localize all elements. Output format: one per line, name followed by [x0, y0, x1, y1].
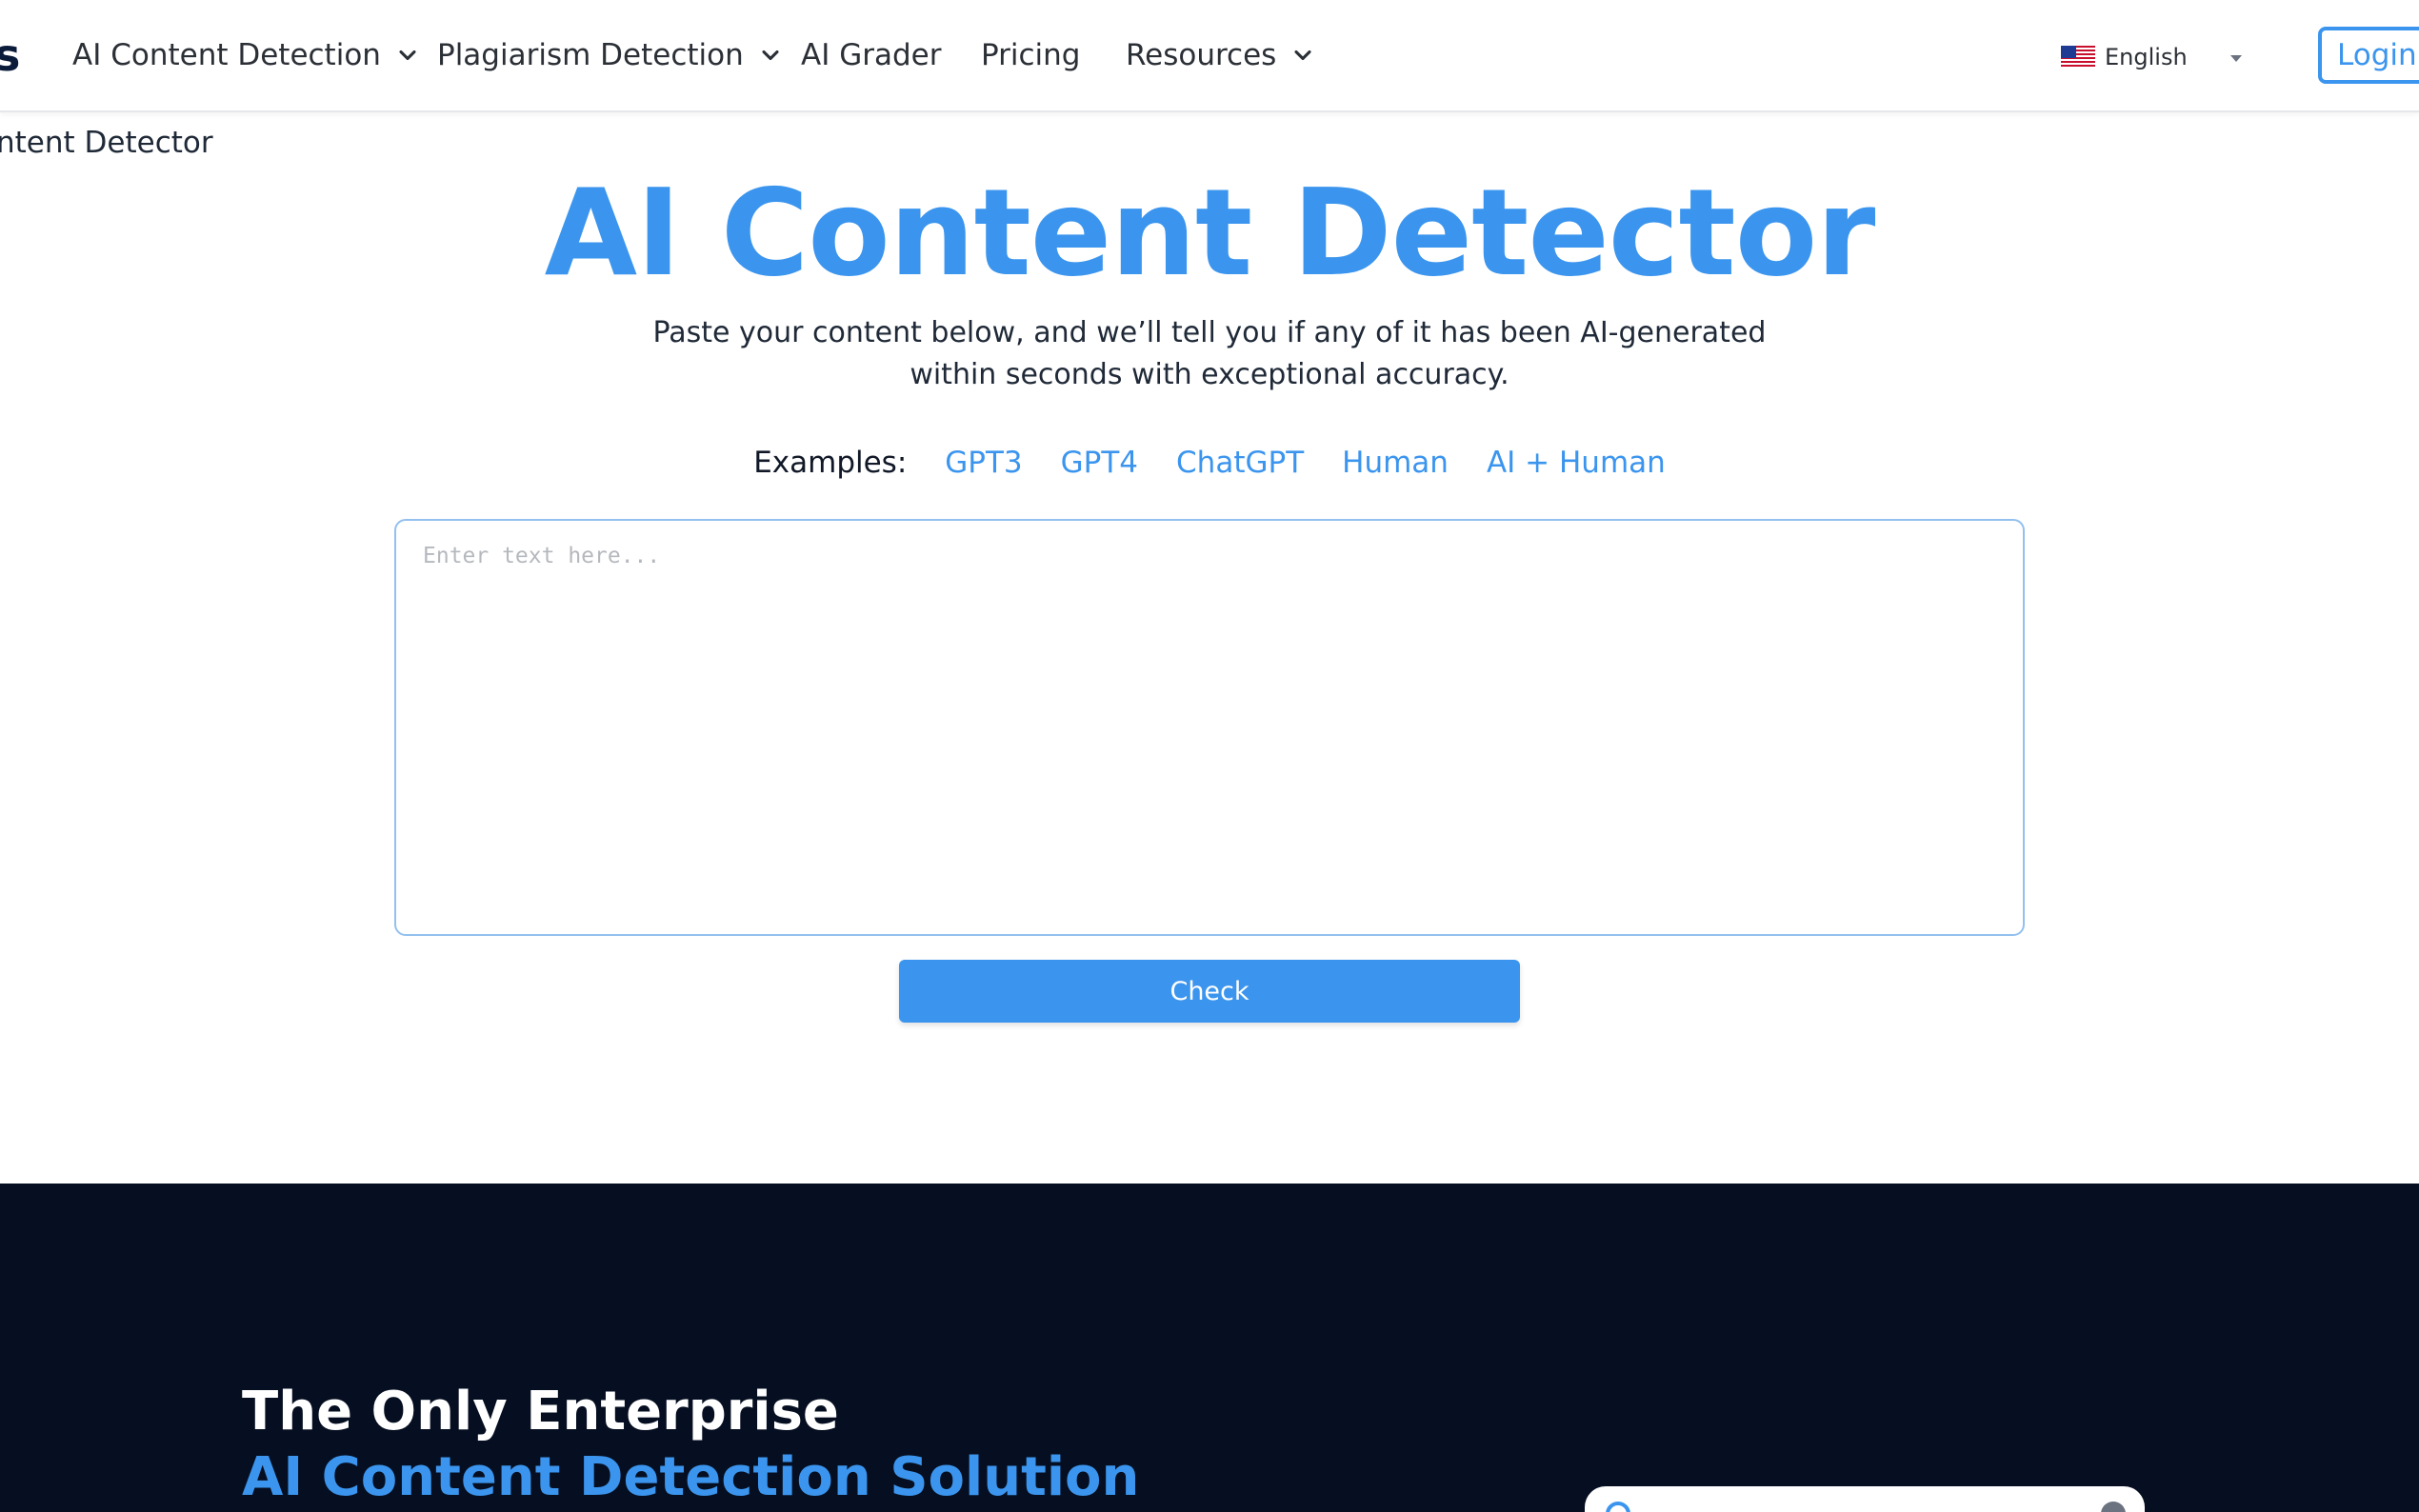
hero-subtitle: Paste your content below, and we’ll tell…: [571, 312, 1848, 396]
nav-label: AI Grader: [801, 38, 942, 72]
example-human-link[interactable]: Human: [1342, 446, 1449, 480]
logo[interactable]: s: [0, 27, 20, 84]
nav-pricing[interactable]: Pricing: [981, 32, 1081, 78]
subtitle-line: within seconds with exceptional accuracy…: [910, 358, 1509, 391]
example-gpt3-link[interactable]: GPT3: [945, 446, 1022, 480]
nav-plagiarism-detection[interactable]: Plagiarism Detection: [437, 32, 784, 78]
nav-resources[interactable]: Resources: [1126, 32, 1316, 78]
breadcrumb-current: ntent Detector: [0, 126, 213, 160]
language-label: English: [2105, 44, 2188, 70]
nav-ai-content-detection[interactable]: AI Content Detection: [72, 32, 421, 78]
content-input[interactable]: [394, 519, 2025, 936]
page: s AI Content Detection Plagiarism Detect…: [0, 0, 2419, 1512]
login-button[interactable]: Login: [2318, 27, 2419, 84]
nav-label: Plagiarism Detection: [437, 38, 744, 72]
nav-label: Pricing: [981, 38, 1081, 72]
examples-row: Examples: GPT3 GPT4 ChatGPT Human AI + H…: [0, 446, 2419, 480]
enterprise-section: The Only Enterprise AI Content Detection…: [0, 1184, 2419, 1512]
nav-label: AI Content Detection: [72, 38, 381, 72]
enterprise-heading: The Only Enterprise: [242, 1381, 839, 1442]
top-navigation: s AI Content Detection Plagiarism Detect…: [0, 0, 2419, 112]
us-flag-icon: [2061, 46, 2095, 69]
nav-ai-grader[interactable]: AI Grader: [801, 32, 941, 78]
page-title: AI Content Detector: [544, 163, 1876, 303]
example-gpt4-link[interactable]: GPT4: [1061, 446, 1138, 480]
chevron-down-icon: [762, 50, 779, 61]
caret-down-icon[interactable]: [2227, 51, 2246, 65]
chevron-down-icon: [1294, 50, 1311, 61]
example-chatgpt-link[interactable]: ChatGPT: [1176, 446, 1304, 480]
example-ai-human-link[interactable]: AI + Human: [1487, 446, 1666, 480]
language-selector[interactable]: English: [2061, 38, 2251, 76]
chevron-down-icon: [399, 50, 416, 61]
nav-label: Resources: [1126, 38, 1277, 72]
circle-icon: [1606, 1502, 1630, 1512]
check-button[interactable]: Check: [899, 960, 1520, 1023]
enterprise-subheading: AI Content Detection Solution: [242, 1446, 1140, 1508]
subtitle-line: Paste your content below, and we’ll tell…: [652, 316, 1767, 349]
preview-card: [1585, 1486, 2145, 1512]
examples-label: Examples:: [753, 446, 908, 480]
circle-icon: [2101, 1502, 2126, 1512]
